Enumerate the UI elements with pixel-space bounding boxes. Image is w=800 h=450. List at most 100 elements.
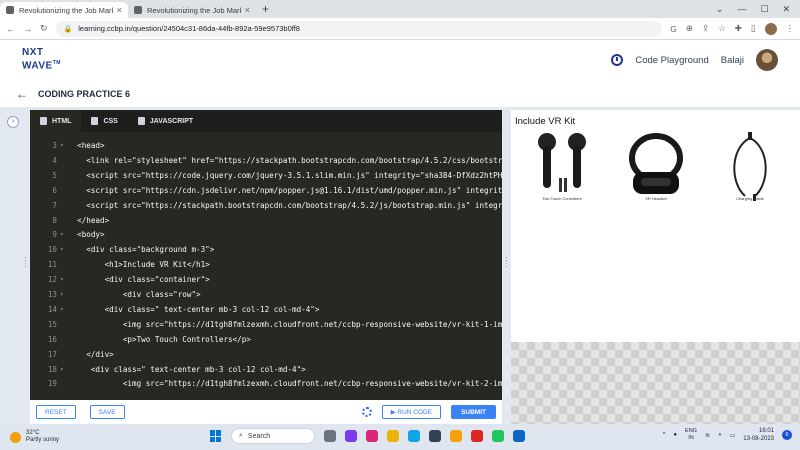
sidepanel-icon[interactable]: ▯ — [751, 23, 756, 34]
code-line[interactable]: 17 </div> — [30, 347, 502, 362]
code-line[interactable]: 10 ▾ <div class="background m-3"> — [30, 242, 502, 257]
tab-css[interactable]: CSS — [81, 110, 127, 132]
linkedin-icon[interactable] — [513, 430, 525, 442]
tab-javascript[interactable]: JAVASCRIPT — [128, 110, 203, 132]
fold-toggle-icon[interactable]: ▾ — [60, 227, 68, 242]
fold-toggle-icon[interactable] — [60, 213, 68, 228]
maximize-icon[interactable]: ☐ — [760, 4, 768, 15]
code-editor[interactable]: HTML CSS JAVASCRIPT 3 ▾ <head> 4 <link rel… — [30, 110, 502, 400]
taskbar-search[interactable]: ⌕ Search — [231, 428, 315, 444]
new-tab-icon[interactable]: + — [262, 2, 269, 16]
fold-toggle-icon[interactable] — [60, 347, 68, 362]
code-line[interactable]: 7 <script src="https://stackpath.bootstr… — [30, 198, 502, 213]
google-icon[interactable]: G — [670, 24, 677, 34]
volume-icon[interactable]: ◖ — [718, 432, 722, 438]
url-bar[interactable]: 🔒 learning.ccbp.in/question/24504c31-86d… — [55, 20, 663, 37]
fold-toggle-icon[interactable] — [60, 257, 68, 272]
code-line[interactable]: 6 <script src="https://cdn.jsdelivr.net/… — [30, 183, 502, 198]
fold-toggle-icon[interactable]: ▾ — [60, 302, 68, 317]
tray-app-icon[interactable]: ● — [673, 432, 677, 438]
language-indicator[interactable]: ENG IN — [685, 428, 697, 442]
tab-html[interactable]: HTML — [30, 110, 82, 132]
code-text: <link rel="stylesheet" href="https://sta… — [68, 155, 502, 165]
code-line[interactable]: 8 </head> — [30, 213, 502, 228]
code-line[interactable]: 5 <script src="https://code.jquery.com/j… — [30, 168, 502, 183]
tray-chevron-icon[interactable]: ^ — [663, 432, 666, 438]
code-line[interactable]: 9 ▾ <body> — [30, 227, 502, 242]
fold-toggle-icon[interactable]: ▾ — [60, 287, 68, 302]
whatsapp-icon[interactable] — [492, 430, 504, 442]
drag-handle-left-icon[interactable]: · · · · — [24, 254, 27, 271]
battery-icon[interactable]: ▭ — [730, 432, 736, 439]
instagram-icon[interactable] — [366, 430, 378, 442]
browser-tab-1[interactable]: Revolutionizing the Job Market | × — [0, 2, 128, 18]
tab-search-icon[interactable]: ⌄ — [716, 4, 724, 15]
menu-icon[interactable]: ⋮ — [786, 23, 795, 34]
reset-button[interactable]: RESET — [36, 405, 76, 419]
nxtwave-logo[interactable]: NXT WAVETM — [22, 48, 61, 71]
code-line[interactable]: 14 ▾ <div class=" text-center mb-3 col-12… — [30, 302, 502, 317]
vr-headset-caption: VR Headset — [645, 196, 667, 201]
browser-tab-2[interactable]: Revolutionizing the Job Market | × — [128, 2, 256, 18]
fold-toggle-icon[interactable] — [60, 376, 68, 391]
output-preview: Include VR Kit Two Touch Controllers VR … — [511, 110, 800, 424]
code-area[interactable]: 3 ▾ <head> 4 <link rel="stylesheet" href="… — [30, 132, 502, 400]
app-icon[interactable] — [429, 430, 441, 442]
fold-toggle-icon[interactable] — [60, 183, 68, 198]
fold-toggle-icon[interactable] — [60, 317, 68, 332]
submit-button[interactable]: SUBMIT — [451, 405, 496, 419]
close-window-icon[interactable]: ✕ — [782, 4, 790, 15]
code-line[interactable]: 11 <h1>Include VR Kit</h1> — [30, 257, 502, 272]
code-playground-link[interactable]: Code Playground — [635, 55, 708, 66]
code-line[interactable]: 16 <p>Two Touch Controllers</p> — [30, 332, 502, 347]
code-line[interactable]: 19 <img src="https://d1tgh8fmlzexmh.clou… — [30, 376, 502, 391]
code-line[interactable]: 4 <link rel="stylesheet" href="https://s… — [30, 153, 502, 168]
file-explorer-icon[interactable] — [387, 430, 399, 442]
settings-gear-icon[interactable] — [361, 407, 372, 417]
fold-toggle-icon[interactable] — [60, 168, 68, 183]
user-name[interactable]: Balaji — [721, 55, 744, 66]
reload-icon[interactable]: ↻ — [40, 23, 48, 34]
clock[interactable]: 16:01 13-08-2023 — [743, 427, 774, 443]
edge-icon[interactable] — [408, 430, 420, 442]
windows-start-icon[interactable] — [210, 430, 222, 442]
teams-icon[interactable] — [345, 430, 357, 442]
drag-handle-middle-icon[interactable]: · · · · — [505, 254, 508, 271]
fold-toggle-icon[interactable]: ▾ — [60, 272, 68, 287]
code-line[interactable]: 3 ▾ <head> — [30, 138, 502, 153]
lock-icon[interactable]: 🔒 — [64, 25, 73, 33]
collapse-panel-button[interactable]: › — [7, 116, 19, 128]
fold-toggle-icon[interactable]: ▾ — [60, 242, 68, 257]
share-icon[interactable]: ⇪ — [702, 23, 709, 34]
fold-toggle-icon[interactable]: ▾ — [60, 138, 68, 153]
task-view-icon[interactable] — [324, 430, 336, 442]
code-line[interactable]: 15 <img src="https://d1tgh8fmlzexmh.clou… — [30, 317, 502, 332]
avatar[interactable] — [756, 49, 778, 71]
wifi-icon[interactable]: ≋ — [705, 432, 710, 439]
timer-icon[interactable] — [611, 54, 624, 66]
code-line[interactable]: 12 ▾ <div class="container"> — [30, 272, 502, 287]
fold-toggle-icon[interactable] — [60, 153, 68, 168]
fold-toggle-icon[interactable] — [60, 332, 68, 347]
extensions-icon[interactable]: ✚ — [735, 23, 742, 34]
bookmark-star-icon[interactable]: ☆ — [718, 23, 726, 34]
close-tab-icon[interactable]: × — [117, 5, 122, 15]
profile-avatar-icon[interactable] — [764, 22, 777, 35]
code-text: <img src="https://d1tgh8fmlzexmh.cloudfr… — [68, 319, 502, 329]
forward-icon[interactable]: → — [23, 24, 32, 34]
close-tab-icon[interactable]: × — [245, 5, 250, 15]
code-line[interactable]: 18 ▾ <div class=" text-center mb-3 col-12… — [30, 362, 502, 377]
fold-toggle-icon[interactable] — [60, 198, 68, 213]
weather-widget[interactable]: 32°C Partly sunny — [10, 430, 59, 444]
fold-toggle-icon[interactable]: ▾ — [60, 362, 68, 377]
app-icon[interactable] — [450, 430, 462, 442]
back-arrow-icon[interactable]: ← — [16, 87, 28, 101]
code-line[interactable]: 13 ▾ <div class="row"> — [30, 287, 502, 302]
zoom-icon[interactable]: ⊕ — [686, 23, 693, 34]
notification-badge[interactable]: 6 — [782, 430, 792, 440]
back-icon[interactable]: ← — [6, 24, 15, 34]
chrome-icon[interactable] — [471, 430, 483, 442]
save-button[interactable]: SAVE — [89, 405, 125, 419]
minimize-icon[interactable]: — — [737, 4, 746, 14]
run-code-button[interactable]: ▶ RUN CODE — [381, 405, 442, 419]
